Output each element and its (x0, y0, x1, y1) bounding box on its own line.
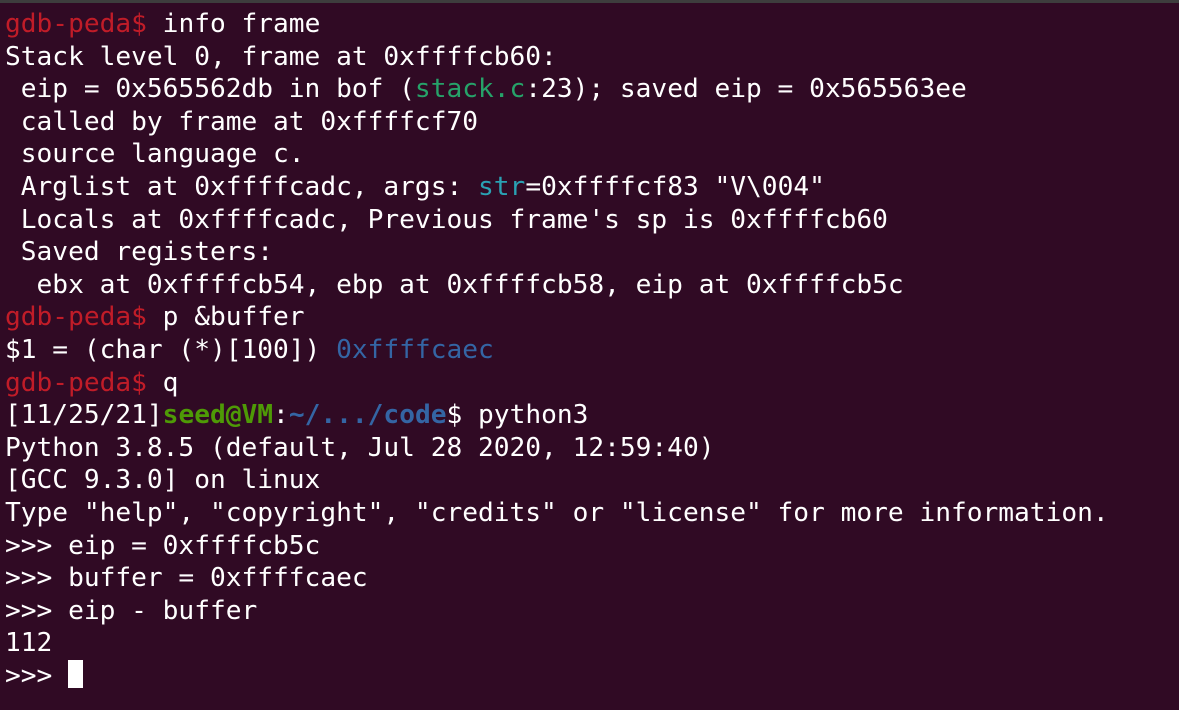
gdb-prompt: gdb-peda$ (5, 9, 147, 39)
terminal-line: called by frame at 0xffffcf70 (5, 106, 478, 137)
terminal-line: [GCC 9.3.0] on linux (5, 465, 321, 496)
terminal-line: gdb-peda$ p &buffer (5, 301, 1109, 334)
arg-name: str (478, 171, 526, 202)
terminal-line: Type "help", "copyright", "credits" or "… (5, 497, 1109, 528)
shell-date: [11/25/21] (5, 400, 163, 431)
gdb-command: p &buffer (146, 302, 305, 333)
output-text: $1 = (char (*)[100]) (5, 334, 337, 365)
source-filename: stack.c (414, 74, 526, 105)
terminal-line: gdb-peda$ q (5, 367, 1109, 400)
terminal-line: Saved registers: (5, 237, 274, 268)
address-value: 0xffffcaec (336, 334, 494, 365)
terminal-line: source language c. (5, 139, 305, 170)
text-cursor (68, 659, 84, 688)
terminal-output: gdb-peda$ info frame Stack level 0, fram… (5, 8, 1109, 692)
shell-command: $ python3 (446, 400, 589, 431)
output-text: =0xffffcf83 "V\004" (525, 171, 825, 202)
gdb-command: info frame (146, 9, 321, 39)
output-text: eip = 0x565562db in bof ( (5, 74, 415, 105)
gdb-prompt: gdb-peda$ (5, 302, 147, 333)
terminal-line: >>> eip = 0xffffcb5c (5, 530, 321, 561)
terminal-line: $1 = (char (*)[100]) 0xffffcaec (5, 334, 1109, 367)
output-text: :23); saved eip = 0x565563ee (525, 74, 967, 105)
terminal-line: 112 (5, 628, 53, 659)
terminal-line: gdb-peda$ info frame (5, 8, 1109, 41)
terminal-line: Stack level 0, frame at 0xffffcb60: (5, 41, 557, 72)
terminal-line: >>> eip - buffer (5, 595, 258, 626)
output-text: Arglist at 0xffffcadc, args: (5, 171, 478, 202)
terminal-line: eip = 0x565562db in bof (stack.c:23); sa… (5, 73, 1109, 106)
terminal-line: >>> buffer = 0xffffcaec (5, 563, 368, 594)
shell-user-host: seed@VM (162, 400, 274, 431)
python-prompt: >>> (5, 660, 69, 691)
terminal-line: Python 3.8.5 (default, Jul 28 2020, 12:5… (5, 432, 715, 463)
terminal-input-line[interactable]: >>> (5, 659, 1109, 693)
terminal-line: Arglist at 0xffffcadc, args: str=0xffffc… (5, 171, 1109, 204)
terminal-line: [11/25/21]seed@VM:~/.../code$ python3 (5, 399, 1109, 432)
shell-colon: : (273, 400, 289, 431)
terminal-line: ebx at 0xffffcb54, ebp at 0xffffcb58, ei… (5, 269, 904, 300)
terminal-line: Locals at 0xffffcadc, Previous frame's s… (5, 204, 888, 235)
gdb-prompt: gdb-peda$ (5, 367, 147, 398)
shell-path: ~/.../code (288, 400, 447, 431)
gdb-command: q (146, 367, 179, 398)
terminal-window[interactable]: gdb-peda$ info frame Stack level 0, fram… (0, 0, 1179, 710)
